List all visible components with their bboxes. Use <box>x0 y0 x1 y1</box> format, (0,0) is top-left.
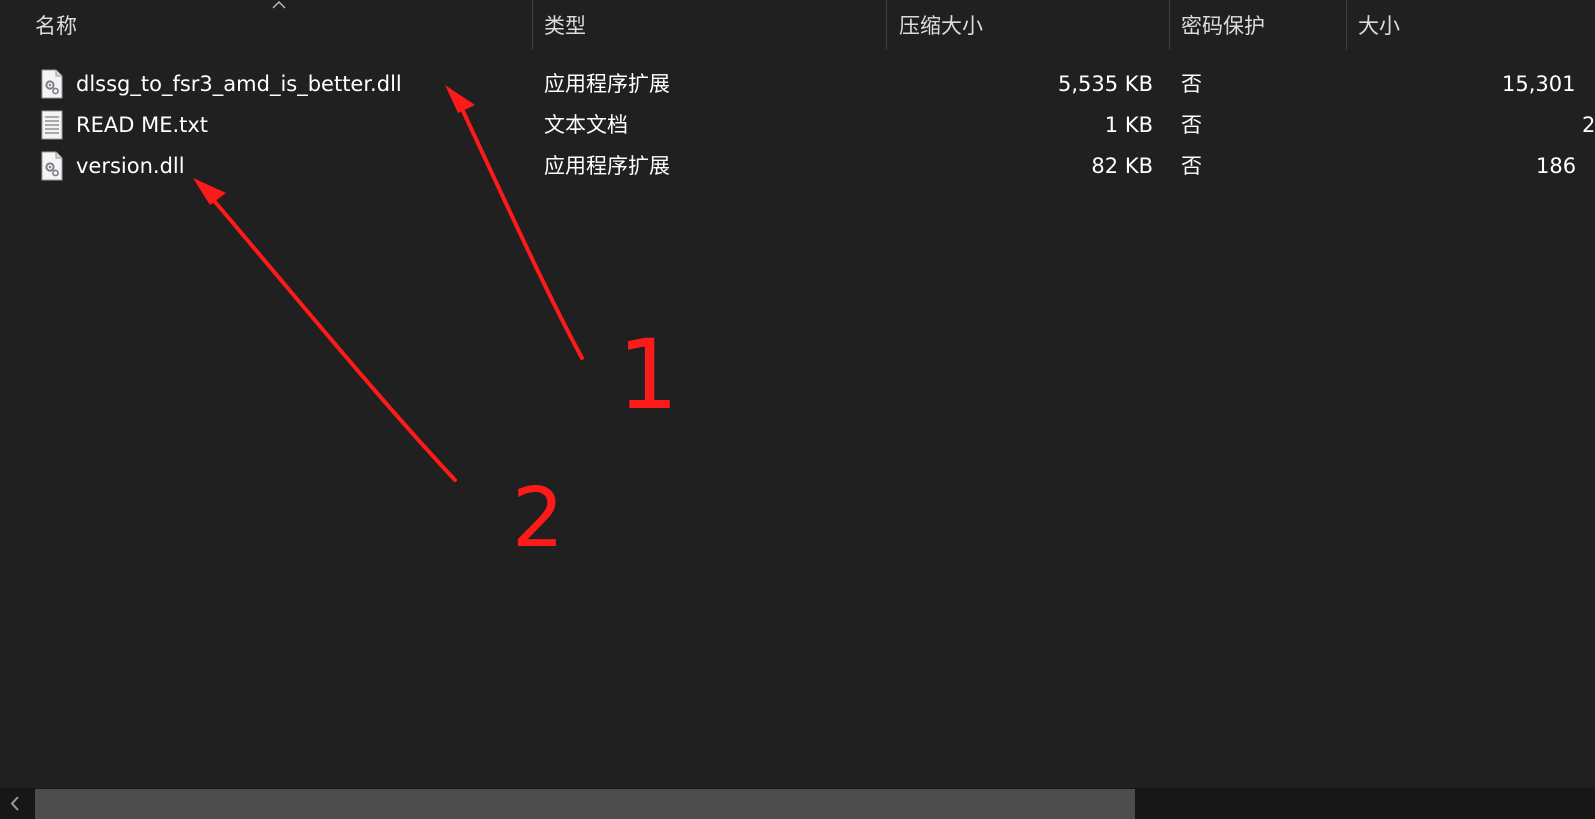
file-name: dlssg_to_fsr3_amd_is_better.dll <box>76 72 402 96</box>
file-row[interactable]: READ ME.txt 文本文档 1 KB 否 2 <box>0 105 1595 146</box>
file-row[interactable]: dlssg_to_fsr3_amd_is_better.dll 应用程序扩展 5… <box>0 64 1595 105</box>
file-size: 186 <box>1536 154 1577 178</box>
file-password-protected: 否 <box>1181 72 1202 96</box>
column-divider[interactable] <box>1169 0 1170 50</box>
file-compressed-size: 5,535 KB <box>1058 72 1153 96</box>
column-divider[interactable] <box>886 0 887 50</box>
scroll-left-icon[interactable] <box>6 794 24 813</box>
dll-file-icon <box>41 151 63 181</box>
file-type: 应用程序扩展 <box>544 72 670 96</box>
column-header-password-protected[interactable]: 密码保护 <box>1181 0 1265 50</box>
file-name: version.dll <box>76 154 185 178</box>
file-password-protected: 否 <box>1181 113 1202 137</box>
file-password-protected: 否 <box>1181 154 1202 178</box>
dll-file-icon <box>41 69 63 99</box>
horizontal-scrollbar[interactable] <box>0 788 1595 819</box>
file-type: 应用程序扩展 <box>544 154 670 178</box>
file-compressed-size: 82 KB <box>1091 154 1153 178</box>
annotation-arrow-2 <box>193 178 457 482</box>
column-header-bar: 名称 类型 压缩大小 密码保护 大小 <box>0 0 1595 50</box>
file-size: 15,301 <box>1502 72 1576 96</box>
column-header-size[interactable]: 大小 <box>1358 0 1400 50</box>
column-divider[interactable] <box>1346 0 1347 50</box>
scrollbar-thumb[interactable] <box>35 789 1135 819</box>
file-type: 文本文档 <box>544 113 628 137</box>
column-header-name[interactable]: 名称 <box>35 0 77 50</box>
column-divider[interactable] <box>532 0 533 50</box>
column-header-compressed-size[interactable]: 压缩大小 <box>899 0 983 50</box>
file-compressed-size: 1 KB <box>1104 113 1153 137</box>
annotation-label-2: 2 <box>512 471 564 566</box>
file-row[interactable]: version.dll 应用程序扩展 82 KB 否 186 <box>0 146 1595 187</box>
annotation-label-1: 1 <box>617 319 678 431</box>
sort-ascending-icon <box>272 1 286 9</box>
file-name: READ ME.txt <box>76 113 209 137</box>
file-size: 2 <box>1582 113 1595 137</box>
column-header-type[interactable]: 类型 <box>544 0 586 50</box>
text-file-icon <box>41 110 63 140</box>
